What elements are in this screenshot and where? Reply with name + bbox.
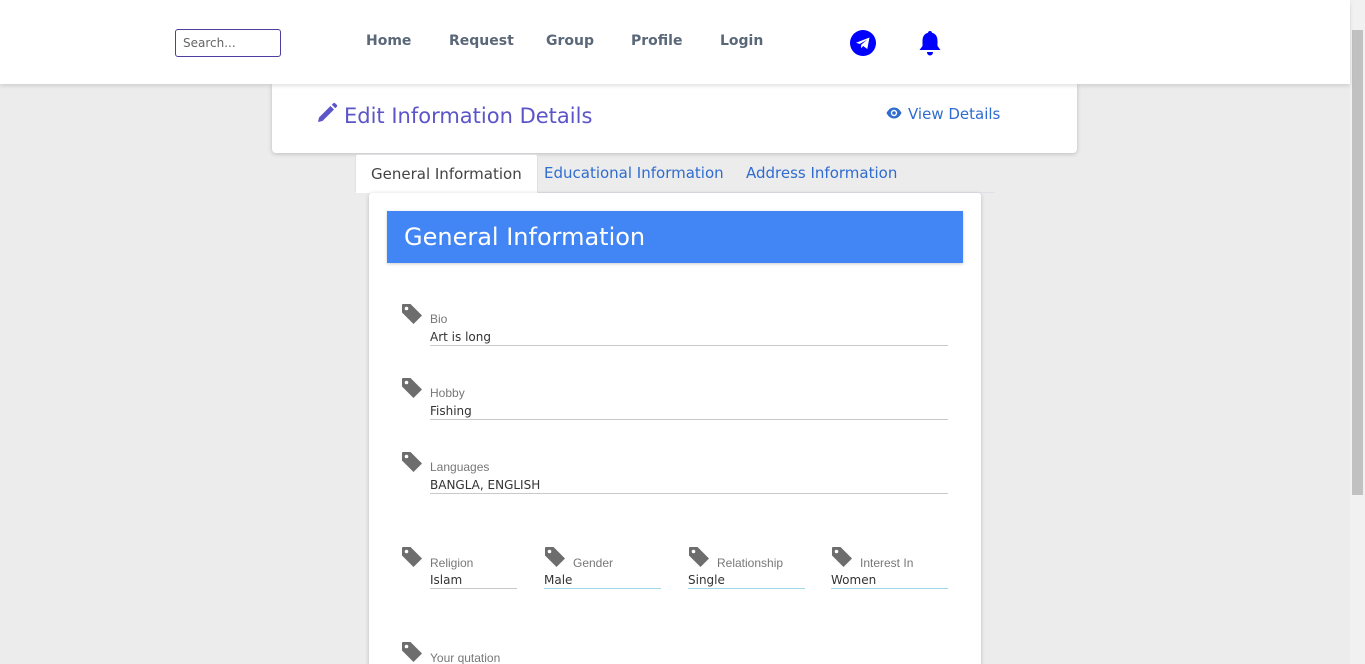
header-card: Edit Information Details View Details	[272, 84, 1077, 153]
bio-label: Bio	[430, 312, 448, 326]
nav-login-link[interactable]: Login	[720, 33, 763, 49]
bio-field[interactable]	[430, 328, 948, 346]
nav-home-link[interactable]: Home	[366, 33, 411, 49]
hobby-label: Hobby	[430, 386, 465, 400]
relationship-label: Relationship	[717, 556, 784, 570]
quotation-label: Your qutation	[430, 651, 501, 664]
info-tabs: General Information Educational Informat…	[355, 154, 995, 193]
tag-icon	[831, 546, 853, 573]
nav-profile-link[interactable]: Profile	[631, 33, 682, 49]
interest-in-field[interactable]	[831, 571, 948, 589]
page-title: Edit Information Details	[316, 102, 592, 129]
top-navbar: Home Request Group Profile Login	[0, 0, 1350, 84]
bell-icon[interactable]	[917, 29, 943, 62]
tab-address-information[interactable]: Address Information	[731, 154, 912, 193]
eye-icon	[886, 105, 902, 123]
view-details-link[interactable]: View Details	[886, 105, 1000, 123]
interest-in-label: Interest In	[860, 556, 914, 570]
languages-label: Languages	[430, 460, 490, 474]
gender-label: Gender	[573, 556, 614, 570]
religion-label: Religion	[430, 556, 474, 570]
search-input[interactable]	[175, 29, 281, 57]
page-scrollbar[interactable]	[1350, 0, 1365, 664]
tag-icon	[401, 546, 423, 573]
tag-icon	[544, 546, 566, 573]
general-info-card: General Information Bio Hobby Languages …	[369, 193, 981, 664]
relationship-field[interactable]	[688, 571, 805, 589]
section-header: General Information	[387, 211, 963, 263]
scrollbar-thumb[interactable]	[1352, 30, 1363, 495]
pencil-icon	[316, 102, 338, 129]
hobby-field[interactable]	[430, 402, 948, 420]
religion-field[interactable]	[430, 571, 517, 589]
tag-icon	[688, 546, 710, 573]
tag-icon	[401, 451, 423, 478]
languages-field[interactable]	[430, 476, 948, 494]
view-details-label: View Details	[908, 105, 1001, 123]
tab-general-information[interactable]: General Information	[355, 154, 538, 193]
tab-educational-information[interactable]: Educational Information	[529, 154, 739, 193]
gender-field[interactable]	[544, 571, 661, 589]
telegram-icon[interactable]	[850, 30, 876, 61]
tag-icon	[401, 377, 423, 404]
page-title-text: Edit Information Details	[344, 103, 593, 128]
nav-group-link[interactable]: Group	[546, 33, 594, 49]
tag-icon	[401, 303, 423, 330]
nav-request-link[interactable]: Request	[449, 33, 514, 49]
tag-icon	[401, 641, 423, 664]
